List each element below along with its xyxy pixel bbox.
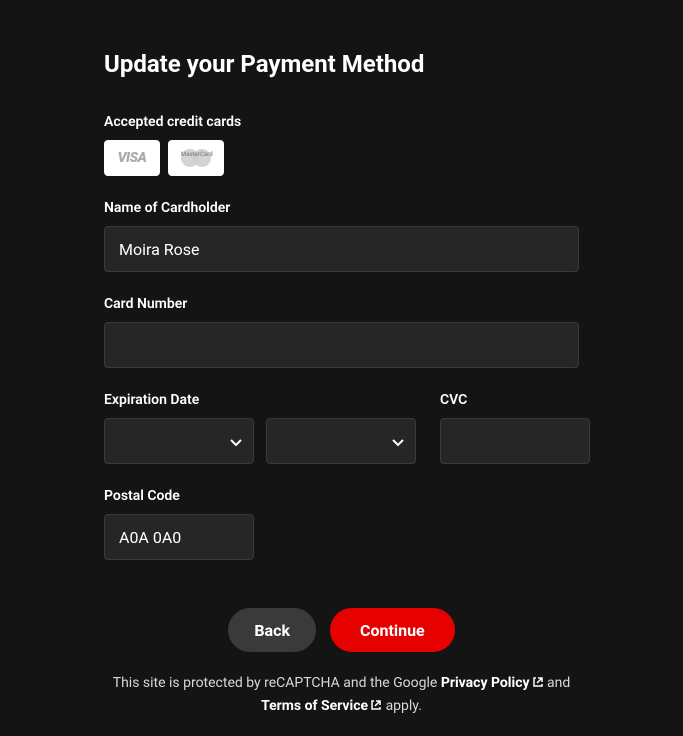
external-link-icon [370, 696, 382, 718]
expiration-month-select[interactable] [104, 418, 254, 464]
postal-input[interactable] [104, 514, 254, 560]
name-label: Name of Cardholder [104, 200, 579, 216]
external-link-icon [532, 673, 544, 695]
card-number-label: Card Number [104, 296, 579, 312]
postal-field-group: Postal Code [104, 488, 579, 560]
button-row: Back Continue [104, 608, 579, 652]
accepted-cards-label: Accepted credit cards [104, 114, 579, 130]
privacy-policy-link[interactable]: Privacy Policy [441, 675, 544, 691]
accepted-cards-section: Accepted credit cards VISA MasterCard [104, 114, 579, 176]
postal-label: Postal Code [104, 488, 579, 504]
terms-of-service-link[interactable]: Terms of Service [261, 698, 382, 714]
visa-icon: VISA [104, 140, 160, 176]
page-title: Update your Payment Method [104, 50, 579, 78]
name-input[interactable] [104, 226, 579, 272]
card-icons-row: VISA MasterCard [104, 140, 579, 176]
mastercard-icon: MasterCard [168, 140, 224, 176]
cvc-field-group: CVC [440, 392, 590, 464]
back-button[interactable]: Back [228, 608, 316, 652]
legal-text: This site is protected by reCAPTCHA and … [104, 672, 579, 719]
cvc-input[interactable] [440, 418, 590, 464]
expiration-label: Expiration Date [104, 392, 416, 408]
cvc-label: CVC [440, 392, 590, 408]
card-number-field-group: Card Number [104, 296, 579, 368]
card-number-input[interactable] [104, 322, 579, 368]
continue-button[interactable]: Continue [330, 608, 455, 652]
expiration-year-select[interactable] [266, 418, 416, 464]
name-field-group: Name of Cardholder [104, 200, 579, 272]
expiration-field-group: Expiration Date [104, 392, 416, 464]
